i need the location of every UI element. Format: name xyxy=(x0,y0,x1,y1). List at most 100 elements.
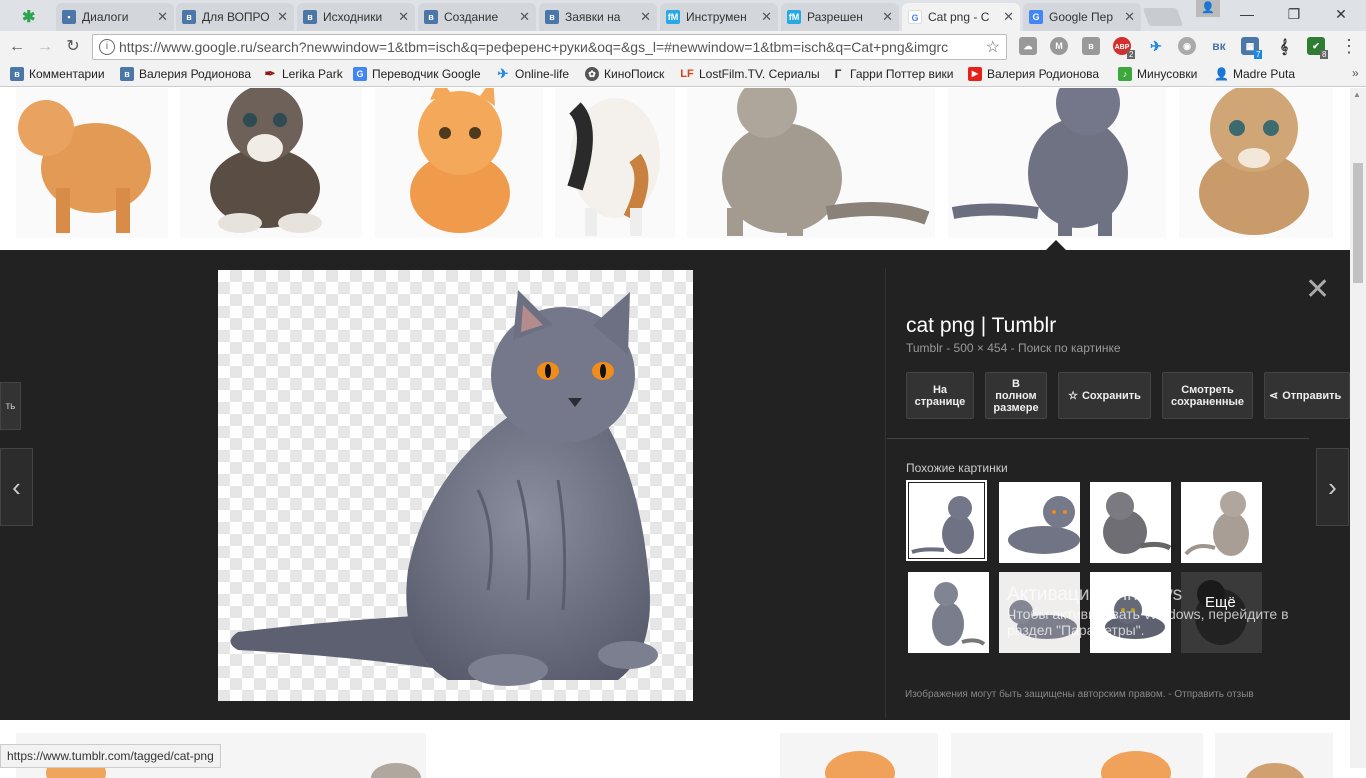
similar-image-thumbnail[interactable] xyxy=(906,480,987,561)
close-icon[interactable]: ✕ xyxy=(1003,9,1014,25)
similar-image-thumbnail[interactable] xyxy=(908,572,989,653)
menu-dots-icon[interactable]: ⋮ xyxy=(1340,36,1358,57)
music-icon: ♪ xyxy=(1118,67,1132,81)
profile-icon[interactable]: 👤 xyxy=(1196,0,1220,17)
back-arrow-icon[interactable]: ← xyxy=(6,37,28,57)
vk-icon: в xyxy=(182,10,196,24)
preview-title[interactable]: cat png | Tumblr xyxy=(906,314,1056,338)
selection-pointer xyxy=(1046,240,1066,250)
result-thumbnail[interactable] xyxy=(687,88,935,238)
bookmark-item[interactable]: ✒ Lerika Park xyxy=(263,66,343,82)
bookmark-item[interactable]: LF LostFilm.TV. Сериалы xyxy=(680,67,820,81)
cloud-extension-icon[interactable]: ☁ xyxy=(1019,37,1037,55)
tab-title: Для ВОПРО xyxy=(202,10,270,24)
tab-dialogs[interactable]: ▪ Диалоги ✕ xyxy=(56,3,174,31)
bookmark-star-icon[interactable]: ☆ xyxy=(986,37,1000,57)
close-preview-icon[interactable]: ✕ xyxy=(1305,272,1330,307)
feather-icon: ✒ xyxy=(264,66,276,81)
image-results: ть ‹ ✕ cat png | Tumblr Tumblr - 500 × 4… xyxy=(0,88,1366,778)
bird-icon: ✈ xyxy=(497,66,509,81)
view-full-size-button[interactable]: Вполном размере xyxy=(985,372,1047,419)
bookmark-label: Online-life xyxy=(515,67,570,81)
result-thumbnail[interactable] xyxy=(375,88,543,238)
close-window-button[interactable]: ✕ xyxy=(1318,0,1364,28)
next-image-button[interactable]: › xyxy=(1316,448,1349,526)
address-bar[interactable]: i https://www.google.ru/search?newwindow… xyxy=(92,34,1007,60)
result-thumbnail[interactable] xyxy=(1215,733,1333,778)
reload-icon[interactable]: ↻ xyxy=(62,37,84,57)
wiki-icon: Г xyxy=(834,67,842,81)
bookmark-item[interactable]: ✈ Online-life xyxy=(496,66,570,82)
side-tab-label: ть xyxy=(5,400,16,412)
prev-image-button[interactable]: ‹ xyxy=(0,448,33,526)
info-icon[interactable]: i xyxy=(99,39,115,55)
close-icon[interactable]: ✕ xyxy=(398,9,409,25)
bookmark-item[interactable]: в Валерия Родионова xyxy=(120,67,251,81)
bookmark-label: LostFilm.TV. Сериалы xyxy=(699,67,820,81)
similar-image-thumbnail[interactable] xyxy=(1090,482,1171,563)
tab-creation[interactable]: в Создание ✕ xyxy=(418,3,536,31)
share-button[interactable]: ⋖ Отправить xyxy=(1264,372,1350,419)
mail-extension-icon[interactable]: M xyxy=(1050,37,1068,55)
close-icon[interactable]: ✕ xyxy=(157,9,168,25)
forward-arrow-icon[interactable]: → xyxy=(34,37,56,57)
music-note-extension-icon[interactable]: 𝄞 xyxy=(1275,37,1293,55)
vk-icon: в xyxy=(545,10,559,24)
minimize-button[interactable]: — xyxy=(1224,0,1270,28)
new-tab-button[interactable] xyxy=(1142,8,1184,26)
tab-sources[interactable]: в Исходники ✕ xyxy=(297,3,415,31)
bookmark-label: Валерия Родионова xyxy=(987,67,1100,81)
maximize-button[interactable]: ❐ xyxy=(1271,0,1317,28)
windows-activation-watermark: Активация Windows Чтобы активировать Win… xyxy=(1007,584,1289,638)
close-icon[interactable]: ✕ xyxy=(1124,9,1135,25)
tab-title: Диалоги xyxy=(82,10,129,24)
close-icon[interactable]: ✕ xyxy=(640,9,651,25)
result-thumbnail[interactable] xyxy=(16,88,168,238)
bookmark-item[interactable]: в Комментарии xyxy=(10,67,105,81)
vk-extension-icon[interactable]: в xyxy=(1082,37,1100,55)
google-icon: G xyxy=(908,10,922,24)
scrollbar-thumb[interactable] xyxy=(1353,163,1363,283)
vk-extension-icon[interactable]: вк xyxy=(1210,37,1228,55)
bookmark-item[interactable]: 👤 Madre Puta xyxy=(1214,67,1295,81)
close-icon[interactable]: ✕ xyxy=(882,9,893,25)
view-saved-button[interactable]: Смотреть сохраненные xyxy=(1162,372,1253,419)
tab-tools[interactable]: fM Инструмен ✕ xyxy=(660,3,778,31)
similar-images-heading: Похожие картинки xyxy=(906,461,1008,475)
preview-image[interactable] xyxy=(218,270,693,701)
bookmarks-overflow-icon[interactable]: » xyxy=(1352,66,1359,80)
bookmark-label: Минусовки xyxy=(1137,67,1198,81)
page-scrollbar[interactable]: ▲ xyxy=(1350,88,1366,768)
bookmark-item[interactable]: ♪ Минусовки xyxy=(1118,67,1197,81)
bookmark-item[interactable]: ▶ Валерия Родионова xyxy=(968,67,1099,81)
close-icon[interactable]: ✕ xyxy=(277,9,288,25)
result-thumbnail-selected[interactable] xyxy=(948,88,1166,238)
tab-google-translate[interactable]: G Google Пер ✕ xyxy=(1023,3,1141,31)
tab-permissions[interactable]: fM Разрешен ✕ xyxy=(781,3,899,31)
scroll-up-icon[interactable]: ▲ xyxy=(1353,90,1361,99)
side-action-tab[interactable]: ть xyxy=(0,382,21,430)
tab-questions[interactable]: в Для ВОПРО ✕ xyxy=(176,3,294,31)
bird-extension-icon[interactable]: ✈ xyxy=(1147,37,1165,55)
tab-applications[interactable]: в Заявки на ✕ xyxy=(539,3,657,31)
globe-extension-icon[interactable]: ◉ xyxy=(1178,37,1196,55)
similar-image-thumbnail[interactable] xyxy=(999,482,1080,563)
bookmark-item[interactable]: Г Гарри Поттер вики xyxy=(831,67,954,81)
similar-image-thumbnail[interactable] xyxy=(1181,482,1262,563)
result-thumbnail[interactable] xyxy=(555,88,675,238)
save-button[interactable]: ☆ Сохранить xyxy=(1058,372,1151,419)
result-thumbnail[interactable] xyxy=(180,88,362,238)
share-icon: ⋖ xyxy=(1269,389,1279,402)
bookmark-item[interactable]: G Переводчик Google xyxy=(353,67,481,81)
result-thumbnail[interactable] xyxy=(780,733,938,778)
close-icon[interactable]: ✕ xyxy=(761,9,772,25)
result-thumbnail[interactable] xyxy=(1179,88,1333,238)
close-icon[interactable]: ✕ xyxy=(519,9,530,25)
tab-strip: ✱ ▪ Диалоги ✕ в Для ВОПРО ✕ в Исходники … xyxy=(0,0,1366,31)
tab-title: Исходники xyxy=(323,10,383,24)
visit-page-button[interactable]: На странице xyxy=(906,372,974,419)
tab-cat-png[interactable]: G Cat png - C ✕ xyxy=(902,3,1020,31)
bookmark-item[interactable]: ✿ КиноПоиск xyxy=(585,67,664,81)
result-thumbnail[interactable] xyxy=(951,733,1203,778)
fm-icon: fM xyxy=(787,10,801,24)
